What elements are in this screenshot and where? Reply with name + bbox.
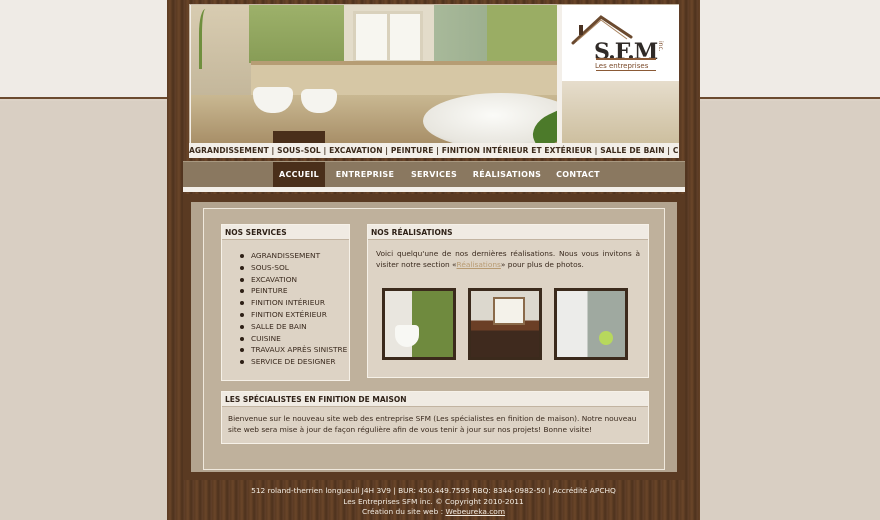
welcome-box: LES SPÉCIALISTES EN FINITION DE MAISON B… xyxy=(221,391,649,444)
nav-contact[interactable]: CONTACT xyxy=(549,162,607,188)
nav-entreprise[interactable]: ENTREPRISE xyxy=(329,162,401,188)
service-item[interactable]: EXCAVATION xyxy=(240,274,349,286)
main-navigation: ACCUEIL ENTREPRISE SERVICES RÉALISATIONS… xyxy=(183,161,685,188)
service-item[interactable]: AGRANDISSEMENT xyxy=(240,250,349,262)
logo-subtitle: Les entreprises xyxy=(595,62,649,70)
webeureka-link[interactable]: Webeureka.com xyxy=(445,507,505,516)
footer-credit: Création du site web : Webeureka.com xyxy=(361,507,506,516)
services-list: AGRANDISSEMENT SOUS-SOL EXCAVATION PEINT… xyxy=(240,250,349,368)
service-item[interactable]: TRAVAUX APRÈS SINISTRE xyxy=(240,344,349,356)
realisations-title: NOS RÉALISATIONS xyxy=(368,225,648,240)
service-item[interactable]: SOUS-SOL xyxy=(240,262,349,274)
service-item[interactable]: FINITION EXTÉRIEUR xyxy=(240,309,349,321)
realisation-thumbnail-2[interactable] xyxy=(468,288,542,360)
realisation-thumbnail-3[interactable] xyxy=(554,288,628,360)
header-photo-right xyxy=(562,81,679,143)
active-tab-marker xyxy=(273,131,325,143)
service-item[interactable]: PEINTURE xyxy=(240,285,349,297)
service-item[interactable]: SALLE DE BAIN xyxy=(240,321,349,333)
site-wrapper: S.F.M inc. Les entreprises AGRANDISSEMEN… xyxy=(167,0,700,520)
realisations-thumbnails xyxy=(382,288,630,360)
nav-bottom-rule xyxy=(183,187,685,192)
sfm-logo[interactable]: S.F.M inc. Les entreprises xyxy=(562,5,679,81)
services-box: NOS SERVICES AGRANDISSEMENT SOUS-SOL EXC… xyxy=(221,224,350,381)
welcome-text: Bienvenue sur le nouveau site web des en… xyxy=(228,414,637,434)
header-bathroom-photo xyxy=(191,5,557,143)
footer: 512 roland-therrien longueuil J4H 3V9 | … xyxy=(167,486,700,518)
realisations-text: Voici quelqu'une de nos dernières réalis… xyxy=(376,249,640,269)
services-title: NOS SERVICES xyxy=(222,225,349,240)
nav-realisations[interactable]: RÉALISATIONS xyxy=(467,162,547,188)
footer-address: 512 roland-therrien longueuil J4H 3V9 | … xyxy=(251,486,616,495)
realisations-box: NOS RÉALISATIONS Voici quelqu'une de nos… xyxy=(367,224,649,378)
service-item[interactable]: SERVICE DE DESIGNER xyxy=(240,356,349,368)
main-content: NOS SERVICES AGRANDISSEMENT SOUS-SOL EXC… xyxy=(183,194,685,480)
footer-copyright: Les Entreprises SFM inc. © Copyright 201… xyxy=(343,496,524,506)
nav-services[interactable]: SERVICES xyxy=(403,162,465,188)
logo-suffix: inc. xyxy=(657,41,664,52)
service-item[interactable]: CUISINE xyxy=(240,333,349,345)
nav-accueil[interactable]: ACCUEIL xyxy=(273,162,325,188)
service-strip: AGRANDISSEMENT | SOUS-SOL | EXCAVATION |… xyxy=(189,143,679,158)
welcome-title: LES SPÉCIALISTES EN FINITION DE MAISON xyxy=(222,392,648,407)
header: S.F.M inc. Les entreprises xyxy=(189,4,679,158)
realisation-thumbnail-1[interactable] xyxy=(382,288,456,360)
realisations-link[interactable]: Réalisations xyxy=(457,260,501,269)
service-item[interactable]: FINITION INTÉRIEUR xyxy=(240,297,349,309)
